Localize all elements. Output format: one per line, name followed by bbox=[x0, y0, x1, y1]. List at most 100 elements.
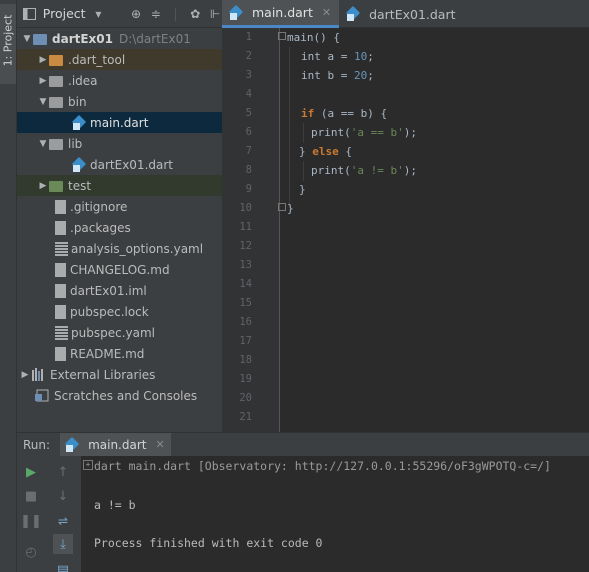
code-line-6: print('a == b'); bbox=[311, 126, 417, 139]
tree-item-gitignore[interactable]: .gitignore bbox=[17, 196, 222, 217]
expand-icon[interactable]: + bbox=[83, 460, 93, 470]
project-view-title[interactable]: Project bbox=[43, 6, 86, 21]
text-file-icon bbox=[55, 346, 66, 361]
editor-tabs: main.dart ✕ dartEx01.dart bbox=[222, 0, 589, 28]
run-label: Run: bbox=[23, 437, 51, 452]
chevron-right-icon[interactable]: ▶ bbox=[19, 370, 31, 380]
run-panel-header: Run: main.dart ✕ bbox=[17, 432, 589, 457]
tree-item-label: .packages bbox=[70, 220, 131, 235]
code-line-9: } bbox=[299, 183, 306, 196]
soft-wrap-icon[interactable]: ⇌ bbox=[53, 511, 73, 531]
tree-item-label: CHANGELOG.md bbox=[70, 262, 170, 277]
line-number: 12 bbox=[239, 240, 252, 252]
gear-icon[interactable]: ✿ bbox=[188, 7, 202, 21]
run-console[interactable]: + dart main.dart [Observatory: http://12… bbox=[81, 456, 589, 572]
line-number: 18 bbox=[239, 354, 252, 366]
tree-item-test[interactable]: ▶ test bbox=[17, 175, 222, 196]
tree-item-analysis-options[interactable]: analysis_options.yaml bbox=[17, 238, 222, 259]
chevron-right-icon[interactable]: ▶ bbox=[37, 181, 49, 191]
tree-item-external-libraries[interactable]: ▶ External Libraries bbox=[17, 364, 222, 385]
chevron-right-icon[interactable]: ▶ bbox=[37, 55, 49, 65]
tree-item-label: .idea bbox=[68, 73, 98, 88]
tree-item-main-dart[interactable]: main.dart bbox=[17, 112, 222, 133]
tree-item-dartex01[interactable]: ▼ dartEx01 D:\dartEx01 bbox=[17, 28, 222, 49]
print-icon[interactable]: ▤ bbox=[53, 560, 73, 572]
console-command: dart main.dart [Observatory: http://127.… bbox=[94, 459, 551, 473]
scroll-to-end-icon[interactable]: ⤓ bbox=[53, 534, 73, 554]
hide-icon[interactable]: ⊩ bbox=[208, 7, 222, 21]
project-tool-tab[interactable]: 1: Project bbox=[0, 4, 16, 84]
console-exit: Process finished with exit code 0 bbox=[94, 536, 323, 550]
dump-threads-icon[interactable]: ◴ bbox=[21, 542, 41, 562]
close-icon[interactable]: ✕ bbox=[322, 6, 331, 19]
line-number: 19 bbox=[239, 373, 252, 385]
tree-item-pubspec-lock[interactable]: pubspec.lock bbox=[17, 301, 222, 322]
line-number: 3 bbox=[245, 69, 252, 81]
code-line-1: main() { bbox=[287, 31, 340, 44]
tree-item-idea[interactable]: ▶ .idea bbox=[17, 70, 222, 91]
tree-item-label: dartEx01.iml bbox=[70, 283, 147, 298]
tree-item-readme[interactable]: README.md bbox=[17, 343, 222, 364]
run-toolbar: ▶ ↑ ■ ↓ ❚❚ ⇌ ◴ ⤓ ▤ bbox=[17, 456, 81, 572]
tree-item-dartex01-dart[interactable]: dartEx01.dart bbox=[17, 154, 222, 175]
fold-marker-icon[interactable] bbox=[278, 32, 286, 40]
divider: | bbox=[173, 6, 178, 21]
stop-icon[interactable]: ■ bbox=[21, 486, 41, 506]
indent-guide bbox=[289, 47, 290, 207]
tree-item-bin[interactable]: ▼ bin bbox=[17, 91, 222, 112]
run-tab-main-dart[interactable]: main.dart ✕ bbox=[60, 432, 171, 457]
dropdown-arrow-icon[interactable]: ▾ bbox=[92, 7, 106, 21]
text-file-icon bbox=[55, 262, 66, 277]
locate-icon[interactable]: ⊕ bbox=[129, 7, 143, 21]
line-number: 11 bbox=[239, 221, 252, 233]
tree-item-label: dartEx01 bbox=[52, 31, 113, 46]
close-icon[interactable]: ✕ bbox=[155, 438, 164, 451]
libraries-icon bbox=[31, 367, 47, 382]
run-tab-label: main.dart bbox=[88, 437, 147, 452]
code-editor[interactable]: main() { int a = 10; int b = 20; if (a =… bbox=[287, 28, 589, 432]
yaml-file-icon bbox=[55, 241, 68, 256]
line-number: 21 bbox=[239, 411, 252, 423]
line-number: 15 bbox=[239, 297, 252, 309]
dart-file-icon bbox=[73, 116, 87, 130]
tree-item-label: .gitignore bbox=[70, 199, 128, 214]
code-line-5: if (a == b) { bbox=[301, 107, 388, 120]
line-number: 9 bbox=[245, 183, 252, 195]
folder-icon bbox=[49, 53, 65, 67]
line-number: 20 bbox=[239, 392, 252, 404]
collapse-icon[interactable]: ≑ bbox=[149, 7, 163, 21]
text-file-icon bbox=[55, 199, 66, 214]
tree-item-lib[interactable]: ▼ lib bbox=[17, 133, 222, 154]
chevron-down-icon[interactable]: ▼ bbox=[37, 97, 49, 107]
tree-item-pubspec-yaml[interactable]: pubspec.yaml bbox=[17, 322, 222, 343]
tab-dartex01-dart[interactable]: dartEx01.dart bbox=[339, 0, 463, 28]
dart-file-icon bbox=[66, 438, 80, 452]
line-number: 14 bbox=[239, 278, 252, 290]
tree-item-packages[interactable]: .packages bbox=[17, 217, 222, 238]
line-number: 5 bbox=[245, 107, 252, 119]
down-arrow-icon[interactable]: ↓ bbox=[53, 486, 73, 506]
tree-item-dart-tool[interactable]: ▶ .dart_tool bbox=[17, 49, 222, 70]
rerun-icon[interactable]: ▶ bbox=[21, 462, 41, 482]
line-number: 10 bbox=[239, 202, 252, 214]
test-folder-icon bbox=[49, 179, 65, 193]
chevron-down-icon[interactable]: ▼ bbox=[21, 34, 33, 44]
text-file-icon bbox=[55, 220, 66, 235]
tree-item-changelog[interactable]: CHANGELOG.md bbox=[17, 259, 222, 280]
tab-main-dart[interactable]: main.dart ✕ bbox=[222, 0, 340, 28]
dart-file-icon bbox=[73, 158, 87, 172]
up-arrow-icon[interactable]: ↑ bbox=[53, 462, 73, 482]
module-folder-icon bbox=[33, 32, 49, 46]
chevron-down-icon[interactable]: ▼ bbox=[37, 139, 49, 149]
fold-marker-icon[interactable] bbox=[278, 203, 286, 211]
tree-item-iml[interactable]: dartEx01.iml bbox=[17, 280, 222, 301]
line-number: 8 bbox=[245, 164, 252, 176]
line-number: 1 bbox=[245, 31, 252, 43]
tree-item-scratches[interactable]: Scratches and Consoles bbox=[17, 385, 222, 406]
dart-file-icon bbox=[347, 7, 361, 21]
folder-icon bbox=[49, 74, 65, 88]
pause-icon[interactable]: ❚❚ bbox=[20, 511, 42, 531]
chevron-right-icon[interactable]: ▶ bbox=[37, 76, 49, 86]
text-file-icon bbox=[55, 304, 66, 319]
project-panel-header: Project ▾ ⊕ ≑ | ✿ ⊩ bbox=[17, 0, 222, 28]
